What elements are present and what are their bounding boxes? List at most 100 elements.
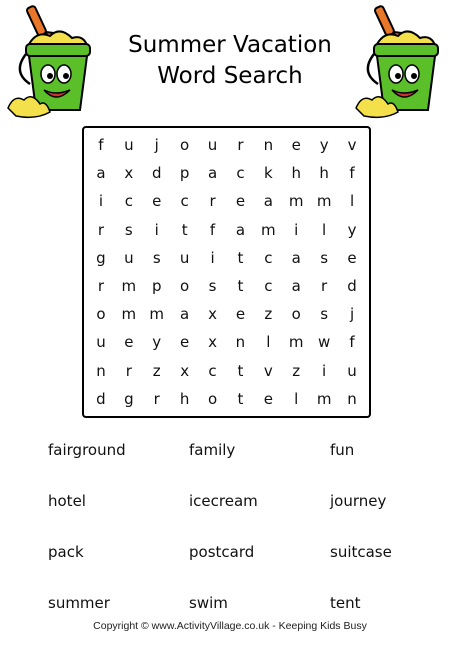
grid-cell: f	[98, 136, 104, 155]
grid-cell: x	[208, 333, 217, 352]
grid-cell: s	[320, 305, 329, 324]
grid-cell: k	[264, 164, 273, 183]
grid-cell: o	[96, 305, 106, 324]
grid-cell: h	[179, 389, 190, 408]
grid-cell: r	[97, 220, 105, 239]
word-list-item: postcard	[189, 542, 255, 561]
grid-cell: s	[320, 248, 329, 267]
grid-cell: u	[124, 248, 134, 267]
grid-cell: c	[236, 164, 245, 183]
grid-cell: t	[181, 220, 188, 239]
grid-cell: m	[316, 192, 332, 211]
grid-cell: s	[124, 220, 133, 239]
grid-cell: f	[349, 164, 355, 183]
grid-cell: n	[96, 361, 106, 380]
grid-cell: j	[154, 136, 159, 155]
grid-cell: m	[121, 305, 137, 324]
grid-cell: u	[96, 333, 106, 352]
word-list: fairground family fun hotel icecream journey p…	[48, 424, 428, 628]
title-line-2: Word Search	[157, 63, 303, 89]
word-list-item: pack	[48, 542, 84, 561]
grid-cell: u	[347, 361, 357, 380]
grid-cell: x	[180, 361, 190, 380]
grid-cell: d	[347, 277, 357, 296]
grid-cell: c	[208, 361, 217, 380]
grid-cell: u	[207, 136, 218, 155]
grid-cell: t	[237, 248, 244, 267]
grid-cell: f	[209, 220, 216, 239]
grid-cell: r	[97, 277, 105, 296]
grid-cell: u	[179, 248, 190, 267]
letter-grid: fujourneyvaxdpackhhficecreammlrsitfamily…	[87, 131, 366, 413]
grid-cell: v	[347, 136, 357, 155]
grid-cell: o	[180, 277, 190, 296]
grid-cell: g	[124, 389, 134, 408]
word-list-item: fun	[330, 440, 355, 459]
grid-cell: e	[235, 192, 246, 211]
grid-cell: m	[288, 333, 304, 352]
sand-bucket-icon	[7, 5, 91, 119]
grid-cell: m	[288, 192, 304, 211]
copyright-footer: Copyright © www.ActivityVillage.co.uk - …	[93, 620, 367, 632]
grid-cell: m	[121, 277, 137, 296]
grid-cell: r	[237, 136, 244, 155]
grid-cell: r	[209, 192, 216, 211]
grid-cell: g	[96, 248, 106, 267]
word-list-item: icecream	[189, 491, 258, 510]
grid-cell: p	[179, 164, 190, 183]
grid-cell: a	[291, 248, 301, 267]
grid-cell: a	[96, 164, 106, 183]
grid-cell: w	[318, 333, 331, 352]
grid-cell: m	[316, 389, 332, 408]
grid-cell: t	[237, 277, 244, 296]
grid-cell: c	[180, 192, 189, 211]
grid-cell: l	[322, 220, 327, 239]
sand-bucket-icon	[355, 5, 439, 119]
grid-cell: t	[237, 361, 244, 380]
grid-cell: p	[151, 277, 162, 296]
grid-cell: z	[292, 361, 301, 380]
grid-cell: a	[263, 192, 273, 211]
grid-cell: e	[235, 305, 246, 324]
grid-cell: o	[291, 305, 301, 324]
grid-cell: y	[152, 333, 162, 352]
grid-cell: i	[210, 248, 215, 267]
grid-cell: i	[294, 220, 299, 239]
grid-cell: l	[266, 333, 271, 352]
grid-cell: h	[319, 164, 329, 183]
grid-cell: m	[149, 305, 165, 324]
grid-cell: r	[321, 277, 328, 296]
grid-cell: r	[125, 361, 132, 380]
grid-cell: e	[263, 389, 273, 408]
grid-cell: o	[207, 389, 218, 408]
grid-cell: t	[237, 389, 244, 408]
grid-cell: f	[349, 333, 355, 352]
word-search-grid: fujourneyvaxdpackhhficecreammlrsitfamily…	[82, 126, 371, 418]
grid-cell: n	[347, 389, 357, 408]
page-title: Summer Vacation Word Search	[110, 30, 350, 92]
grid-cell: a	[291, 277, 301, 296]
grid-cell: l	[294, 389, 299, 408]
grid-cell: d	[151, 164, 162, 183]
grid-cell: e	[180, 333, 190, 352]
grid-cell: e	[347, 248, 357, 267]
grid-cell: j	[349, 305, 355, 324]
grid-cell: c	[264, 277, 273, 296]
grid-cell: n	[263, 136, 274, 155]
grid-cell: c	[124, 192, 133, 211]
word-list-item: suitcase	[330, 542, 392, 561]
word-list-item: journey	[330, 491, 387, 510]
grid-cell: e	[124, 333, 134, 352]
grid-cell: i	[98, 192, 104, 211]
grid-cell: z	[264, 305, 273, 324]
grid-cell: m	[261, 220, 276, 239]
grid-cell: a	[207, 164, 218, 183]
grid-cell: s	[208, 277, 217, 296]
grid-cell: y	[319, 136, 329, 155]
grid-cell: d	[96, 389, 106, 408]
grid-cell: x	[124, 164, 134, 183]
grid-cell: e	[291, 136, 301, 155]
title-line-1: Summer Vacation	[128, 32, 332, 58]
grid-cell: x	[208, 305, 217, 324]
grid-cell: z	[152, 361, 161, 380]
